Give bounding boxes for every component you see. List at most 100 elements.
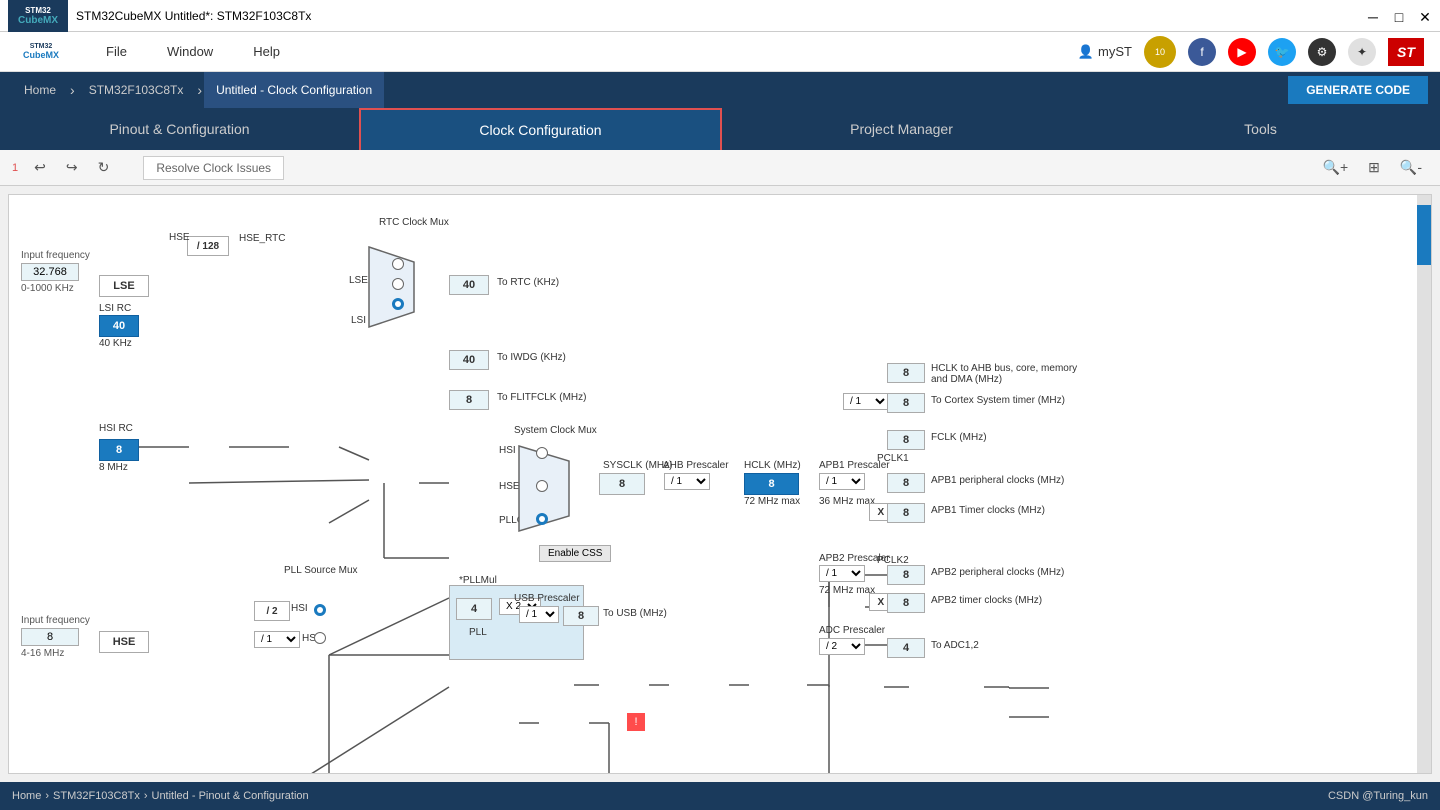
hclk-mhz-label: HCLK (MHz) [744, 460, 801, 471]
twitter-icon[interactable]: 🐦 [1268, 38, 1296, 66]
10yr-icon[interactable]: 10 [1144, 36, 1176, 68]
apb1-periph-box[interactable]: 8 [887, 473, 925, 493]
apb1-timer-box[interactable]: 8 [887, 503, 925, 523]
usb-val-box[interactable]: 8 [563, 606, 599, 626]
lsi-rc-box: 40 [99, 315, 139, 337]
breadcrumb-current[interactable]: Untitled - Clock Configuration [204, 72, 384, 108]
apb2-timer-box[interactable]: 8 [887, 593, 925, 613]
refresh-button[interactable]: ↻ [92, 157, 116, 178]
redo-button[interactable]: ↪ [60, 157, 84, 178]
iwdg-value-box[interactable]: 40 [449, 350, 489, 370]
usb-prescaler-select[interactable]: / 1 / 1.5 [519, 606, 559, 623]
sys-radio-hsi[interactable] [536, 447, 548, 459]
fclk-label: FCLK (MHz) [931, 432, 987, 443]
tab-tools[interactable]: Tools [1081, 108, 1440, 150]
breadcrumb-home[interactable]: Home [12, 72, 68, 108]
breadcrumb-sep2: › [197, 82, 202, 98]
pll-radio-hse[interactable] [314, 632, 326, 644]
rtc-radio-lse[interactable] [392, 278, 404, 290]
input-freq-1: Input frequency 0-1000 KHz [21, 250, 90, 294]
rtc-radio-lsi[interactable] [392, 298, 404, 310]
user-button[interactable]: 👤 myST [1078, 44, 1132, 60]
breadcrumb-mcu[interactable]: STM32F103C8Tx [77, 72, 196, 108]
pll-val-box[interactable]: 4 [456, 598, 492, 620]
apb2-timer-label: APB2 timer clocks (MHz) [931, 595, 1042, 606]
zoom-in-button[interactable]: 🔍+ [1317, 157, 1355, 178]
apb2-max-label: 72 MHz max [819, 585, 875, 596]
bottom-home[interactable]: Home [12, 790, 41, 802]
watermark: CSDN @Turing_kun [1328, 790, 1428, 802]
rtc-mux-shape [364, 242, 419, 332]
freq-input-2[interactable] [21, 628, 79, 646]
youtube-icon[interactable]: ▶ [1228, 38, 1256, 66]
sys-radio-pll[interactable] [536, 513, 548, 525]
window-title: STM32CubeMX Untitled*: STM32F103C8Tx [76, 9, 311, 23]
menu-file[interactable]: File [106, 44, 127, 59]
menu-window[interactable]: Window [167, 44, 213, 59]
hse-rtc-label: HSE_RTC [239, 233, 286, 244]
hsi-mhz-label: 8 MHz [99, 462, 128, 473]
clock-diagram: ! Input frequency 0-1000 KHz LSE LSI RC … [8, 194, 1432, 774]
maximize-button[interactable]: □ [1392, 9, 1406, 23]
vertical-scrollbar[interactable] [1417, 195, 1431, 773]
adc-prescaler-select[interactable]: / 2 / 4 / 6 / 8 [819, 638, 865, 655]
hclk-box[interactable]: 8 [744, 473, 799, 495]
github-icon[interactable]: ⚙ [1308, 38, 1336, 66]
flitf-value-box[interactable]: 8 [449, 390, 489, 410]
hclk-ahb-box[interactable]: 8 [887, 363, 925, 383]
apb2-periph-box[interactable]: 8 [887, 565, 925, 585]
scrollbar-thumb[interactable] [1417, 205, 1431, 265]
apb1-prescaler-select[interactable]: / 1 / 2 [819, 473, 865, 490]
div2-box: / 2 [254, 601, 290, 621]
tab-clock[interactable]: Clock Configuration [359, 108, 722, 150]
main-content: ! Input frequency 0-1000 KHz LSE LSI RC … [0, 186, 1440, 782]
rtc-mux-label: RTC Clock Mux [379, 217, 449, 228]
rtc-value-box[interactable]: 40 [449, 275, 489, 295]
pll-src-mux-label: PLL Source Mux [284, 565, 358, 576]
apb2-periph-label: APB2 peripheral clocks (MHz) [931, 567, 1064, 578]
resolve-clock-button[interactable]: Resolve Clock Issues [143, 156, 284, 180]
cortex-timer-label: To Cortex System timer (MHz) [931, 395, 1065, 406]
pll-radio-hsi[interactable] [314, 604, 326, 616]
lse-box: LSE [99, 275, 149, 297]
bottom-current[interactable]: Untitled - Pinout & Configuration [152, 790, 309, 802]
adc-label: To ADC1,2 [931, 640, 979, 651]
adc-value-box[interactable]: 4 [887, 638, 925, 658]
generate-code-button[interactable]: GENERATE CODE [1288, 76, 1428, 104]
fit-button[interactable]: ⊞ [1362, 157, 1386, 178]
lsi-khz-label: 40 KHz [99, 338, 132, 349]
cortex-prescaler-select[interactable]: / 1 [843, 393, 889, 410]
hsi-rc-label: HSI RC [99, 423, 133, 434]
close-button[interactable]: ✕ [1418, 9, 1432, 23]
bottom-mcu[interactable]: STM32F103C8Tx [53, 790, 140, 802]
sys-radio-hse[interactable] [536, 480, 548, 492]
apb2-prescaler-select[interactable]: / 1 / 2 [819, 565, 865, 582]
enable-css-button[interactable]: Enable CSS [539, 545, 611, 562]
menu-logo: STM32 CubeMX [16, 35, 66, 69]
tab-bar: Pinout & Configuration Clock Configurati… [0, 108, 1440, 150]
freq-input-1[interactable] [21, 263, 79, 281]
usb-prescaler-label: USB Prescaler [514, 593, 580, 604]
zoom-out-button[interactable]: 🔍- [1394, 157, 1428, 178]
tab-project[interactable]: Project Manager [722, 108, 1081, 150]
hsi-pll-label: HSI [291, 603, 308, 614]
ahb-prescaler-select[interactable]: / 1 / 2 / 4 [664, 473, 710, 490]
div1-hse-select[interactable]: / 1 [254, 631, 300, 648]
cortex-timer-box[interactable]: 8 [887, 393, 925, 413]
rtc-label: To RTC (KHz) [497, 277, 559, 288]
menu-help[interactable]: Help [253, 44, 280, 59]
minimize-button[interactable]: ─ [1366, 9, 1380, 23]
usb-label: To USB (MHz) [603, 608, 667, 619]
undo-button[interactable]: ↩ [28, 157, 52, 178]
st-logo: ST [1388, 38, 1424, 66]
hackaday-icon[interactable]: ✦ [1348, 38, 1376, 66]
div128-box: / 128 [187, 236, 229, 256]
rtc-radio-hse[interactable] [392, 258, 404, 270]
badge: 1 [12, 162, 18, 174]
facebook-icon[interactable]: f [1188, 38, 1216, 66]
fclk-box[interactable]: 8 [887, 430, 925, 450]
hclk-max-label: 72 MHz max [744, 496, 800, 507]
tab-pinout[interactable]: Pinout & Configuration [0, 108, 359, 150]
sysclk-box[interactable]: 8 [599, 473, 645, 495]
app-logo: STM32 CubeMX [8, 0, 68, 32]
